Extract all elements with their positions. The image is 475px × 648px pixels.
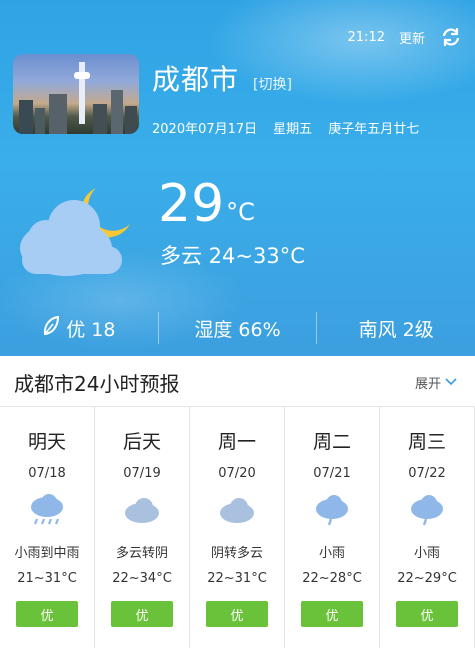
forecast-day[interactable]: 周三 07/22 小雨 22~29°C 优 <box>380 407 475 648</box>
day-aqi-badge: 优 <box>396 601 458 627</box>
forecast-title: 成都市24小时预报 <box>14 372 180 396</box>
day-date: 07/18 <box>28 466 66 481</box>
weekday: 星期五 <box>273 122 313 137</box>
humidity-stat: 湿度 66% <box>157 312 317 344</box>
day-aqi-badge: 优 <box>16 601 78 627</box>
day-name: 周二 <box>312 431 351 453</box>
forecast-days: 明天 07/18 小雨到中雨 21~31°C 优 后天 07/19 多云转阴 2… <box>0 407 475 648</box>
leaf-icon <box>42 315 60 342</box>
current-time: 21:12 <box>347 29 385 45</box>
expand-label: 展开 <box>414 377 441 392</box>
current-temperature: 29°C <box>158 176 255 232</box>
city-photo <box>13 54 139 134</box>
wind-stat: 南风 2级 <box>316 312 475 344</box>
temperature-value: 29 <box>158 174 225 234</box>
day-name: 明天 <box>27 431 66 453</box>
stats-bar: 优 18 湿度 66% 南风 2级 <box>0 312 475 344</box>
day-temperature: 21~31°C <box>17 571 77 586</box>
refresh-icon[interactable] <box>439 25 463 49</box>
day-date: 07/21 <box>313 466 351 481</box>
day-name: 周三 <box>407 431 446 453</box>
day-condition: 多云转阴 <box>115 546 168 561</box>
cloudy-night-icon <box>18 180 138 280</box>
lunar-date: 庚子年五月廿七 <box>328 122 420 137</box>
date-line: 2020年07月17日 星期五 庚子年五月廿七 <box>152 118 419 137</box>
day-name: 周一 <box>217 431 256 453</box>
forecast-day[interactable]: 周二 07/21 小雨 22~28°C 优 <box>285 407 380 648</box>
day-condition: 小雨到中雨 <box>14 546 80 561</box>
cloud-icon <box>95 493 189 527</box>
day-temperature: 22~34°C <box>112 571 172 586</box>
day-date: 07/19 <box>123 466 161 481</box>
day-temperature: 22~28°C <box>302 571 362 586</box>
temperature-unit: °C <box>226 198 255 226</box>
forecast-day[interactable]: 后天 07/19 多云转阴 22~34°C 优 <box>95 407 190 648</box>
light-rain-icon <box>285 493 379 527</box>
chevron-down-icon <box>445 375 457 390</box>
top-bar: 21:12 更新 <box>348 25 463 49</box>
day-condition: 小雨 <box>318 546 345 561</box>
day-condition: 小雨 <box>413 546 440 561</box>
rain-cloud-icon <box>0 493 94 527</box>
switch-city-link[interactable]: [切换] <box>253 74 292 94</box>
wind-value: 南风 2级 <box>358 318 434 341</box>
city-name: 成都市 <box>152 63 240 96</box>
light-rain-icon <box>380 493 474 527</box>
forecast-header: 成都市24小时预报 展开 <box>0 356 475 407</box>
cloud-icon <box>190 493 284 527</box>
day-aqi-badge: 优 <box>111 601 173 627</box>
forecast-day[interactable]: 明天 07/18 小雨到中雨 21~31°C 优 <box>0 407 95 648</box>
day-aqi-badge: 优 <box>301 601 363 627</box>
day-date: 07/20 <box>218 466 256 481</box>
weather-hero: 21:12 更新 成都市 [切换] 2020年07月17日 星期五 庚子年五月廿… <box>0 0 475 356</box>
day-temperature: 22~29°C <box>397 571 457 586</box>
day-name: 后天 <box>122 431 161 453</box>
day-condition: 阴转多云 <box>210 546 263 561</box>
day-aqi-badge: 优 <box>206 601 268 627</box>
forecast-day[interactable]: 周一 07/20 阴转多云 22~31°C 优 <box>190 407 285 648</box>
current-condition: 多云 24~33°C <box>160 244 305 268</box>
expand-button[interactable]: 展开 <box>415 373 457 392</box>
update-label[interactable]: 更新 <box>399 28 425 47</box>
aqi-stat: 优 18 <box>0 312 158 344</box>
day-date: 07/22 <box>408 466 446 481</box>
date: 2020年07月17日 <box>152 122 258 137</box>
day-temperature: 22~31°C <box>207 571 267 586</box>
humidity-value: 湿度 66% <box>194 318 281 341</box>
aqi-value: 优 18 <box>66 318 116 341</box>
